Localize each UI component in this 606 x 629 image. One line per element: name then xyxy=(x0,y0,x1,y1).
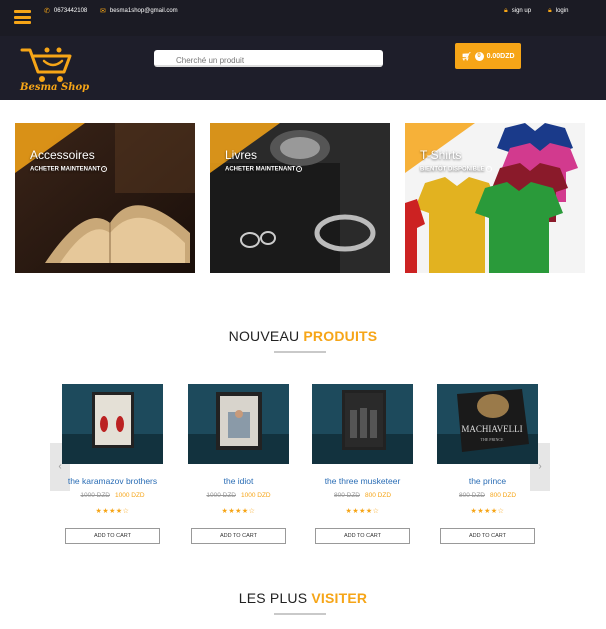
cart-total: 0.00DZD xyxy=(486,52,515,60)
current-price: 800 DZD xyxy=(365,492,392,499)
product-prices: 800 DZD 800 DZD xyxy=(297,492,428,499)
svg-text:THE PRINCE: THE PRINCE xyxy=(481,437,505,442)
product-image[interactable] xyxy=(188,384,289,464)
star-rating: ★★★★☆ xyxy=(345,508,380,515)
product-card: the idiot 1000 DZD 1000 DZD ★★★★☆ ADD TO … xyxy=(188,384,289,544)
heading-plain: NOUVEAU xyxy=(228,328,300,344)
category-title: Accessoires xyxy=(30,148,95,162)
signup-label: sign up xyxy=(511,8,532,14)
product-prices: 1000 DZD 1000 DZD xyxy=(173,492,304,499)
phone-number: 0673442108 xyxy=(53,8,88,14)
product-card: MACHIAVELLI THE PRINCE the prince 800 DZ… xyxy=(437,384,538,544)
category-title: T-Shirts xyxy=(420,148,462,162)
add-to-cart-button[interactable]: ADD TO CART xyxy=(65,528,160,544)
accessories-image xyxy=(210,123,390,273)
product-name[interactable]: the prince xyxy=(422,476,553,486)
current-price: 1000 DZD xyxy=(241,492,271,499)
category-title: Livres xyxy=(225,148,258,162)
category-livres[interactable]: Livres ACHETER MAINTENANT › xyxy=(210,123,390,273)
phone-icon: ✆ xyxy=(44,8,50,15)
old-price: 800 DZD xyxy=(333,492,360,499)
star-rating: ★★★★☆ xyxy=(95,508,130,515)
product-card: the karamazov brothers 1000 DZD 1000 DZD … xyxy=(62,384,163,544)
current-price: 1000 DZD xyxy=(115,492,145,499)
lock-icon: 🔒︎ xyxy=(504,7,508,14)
add-to-cart-button[interactable]: ADD TO CART xyxy=(191,528,286,544)
old-price: 1000 DZD xyxy=(80,492,110,499)
svg-text:MACHIAVELLI: MACHIAVELLI xyxy=(461,424,522,434)
lock-icon: 🔒︎ xyxy=(548,7,552,14)
open-book-image xyxy=(15,123,195,273)
category-cta[interactable]: ACHETER MAINTENANT › xyxy=(30,166,108,173)
category-cta[interactable]: BIENTÔT DISPONIBLE › xyxy=(420,166,492,173)
arrow-circle-icon: › xyxy=(101,166,108,172)
chevron-right-icon: › xyxy=(538,461,542,472)
heading-highlight: VISITER xyxy=(311,590,368,606)
heading-plain: LES PLUS xyxy=(238,590,308,606)
login-link[interactable]: 🔒︎ login xyxy=(548,7,568,15)
product-image[interactable] xyxy=(62,384,163,464)
category-cta[interactable]: ACHETER MAINTENANT › xyxy=(225,166,303,173)
star-rating: ★★★★☆ xyxy=(221,508,256,515)
category-accessoires[interactable]: Accessoires ACHETER MAINTENANT › xyxy=(15,123,195,273)
top-bar: ✆ 0673442108 ✉ besma1shop@gmail.com 🔒︎ s… xyxy=(0,0,606,36)
logo-text: Besma Shop xyxy=(20,82,90,93)
heading-divider xyxy=(274,351,326,353)
shop-logo[interactable]: Besma Shop xyxy=(18,42,89,96)
main-header: Besma Shop 🛒︎ 0 0.00DZD xyxy=(0,36,606,100)
cart-icon: 🛒︎ xyxy=(461,51,472,61)
cta-label: BIENTÔT DISPONIBLE xyxy=(420,166,485,173)
cart-logo-icon xyxy=(20,47,72,82)
tshirts-image xyxy=(405,123,585,273)
product-prices: 1000 DZD 1000 DZD xyxy=(47,492,178,499)
heading-divider xyxy=(274,613,326,615)
arrow-circle-icon: › xyxy=(296,166,303,172)
new-products-heading: NOUVEAU PRODUITS xyxy=(0,328,606,344)
product-name[interactable]: the karamazov brothers xyxy=(47,476,178,486)
search-input[interactable] xyxy=(154,53,383,68)
product-prices: 800 DZD 800 DZD xyxy=(422,492,553,499)
star-rating: ★★★★☆ xyxy=(470,508,505,515)
email-address: besma1shop@gmail.com xyxy=(109,8,178,14)
cta-label: ACHETER MAINTENANT xyxy=(225,166,296,173)
old-price: 1000 DZD xyxy=(206,492,236,499)
email-info: ✉ besma1shop@gmail.com xyxy=(100,7,178,15)
arrow-circle-icon: › xyxy=(485,166,492,172)
category-tshirts[interactable]: T-Shirts BIENTÔT DISPONIBLE › xyxy=(405,123,585,273)
add-to-cart-button[interactable]: ADD TO CART xyxy=(440,528,535,544)
login-label: login xyxy=(555,8,569,14)
product-image[interactable] xyxy=(312,384,413,464)
search-box[interactable] xyxy=(154,50,383,68)
cart-count-badge: 0 xyxy=(474,51,484,61)
most-visited-heading: LES PLUS VISITER xyxy=(0,590,606,606)
envelope-icon: ✉ xyxy=(100,8,106,15)
heading-highlight: PRODUITS xyxy=(303,328,378,344)
product-name[interactable]: the three musketeer xyxy=(297,476,428,486)
add-to-cart-button[interactable]: ADD TO CART xyxy=(315,528,410,544)
signup-link[interactable]: 🔒︎ sign up xyxy=(504,7,531,15)
cta-label: ACHETER MAINTENANT xyxy=(30,166,101,173)
menu-icon[interactable] xyxy=(14,10,31,24)
phone-info: ✆ 0673442108 xyxy=(44,7,87,15)
product-image[interactable]: MACHIAVELLI THE PRINCE xyxy=(437,384,538,464)
cart-button[interactable]: 🛒︎ 0 0.00DZD xyxy=(455,43,521,69)
current-price: 800 DZD xyxy=(490,492,517,499)
product-name[interactable]: the idiot xyxy=(173,476,304,486)
old-price: 800 DZD xyxy=(458,492,485,499)
product-card: the three musketeer 800 DZD 800 DZD ★★★★☆… xyxy=(312,384,413,544)
